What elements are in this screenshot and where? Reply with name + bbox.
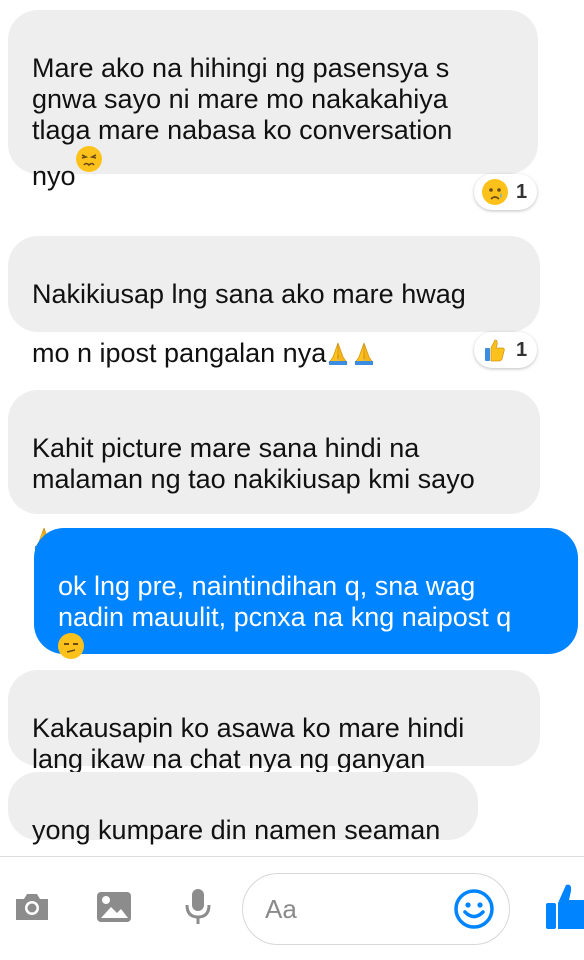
camera-icon[interactable] [12,887,52,927]
reaction-count: 1 [516,180,528,203]
message-reaction[interactable]: 1 [474,174,538,210]
thumbs-up-icon[interactable] [544,881,584,933]
unamused-face-emoji [58,633,84,659]
message-reaction[interactable]: 1 [474,332,538,368]
praying-hands-emoji [352,310,376,365]
message-bubble-incoming[interactable]: Nakikiusap lng sana ako mare hwag mo n i… [8,236,540,368]
thumbs-up-icon [482,337,508,363]
composer-bar: Aa [0,856,584,960]
message-bubble-incoming[interactable]: Mare ako na hihingi ng pasensya s gnwa s… [8,10,538,191]
praying-hands-emoji [326,310,350,365]
message-input-placeholder: Aa [265,894,297,924]
message-input[interactable]: Aa [242,873,510,945]
message-text: Kakausapin ko asawa ko mare hindi lang i… [32,713,465,774]
message-bubble-incoming[interactable]: yong kumpare din namen seaman [8,772,478,845]
message-bubble-incoming[interactable]: Kahit picture mare sana hindi na malaman… [8,390,540,550]
message-text: Kahit picture mare sana hindi na malaman… [32,433,475,494]
praying-hands-emoji [32,495,56,550]
message-bubble-incoming[interactable]: Kakausapin ko asawa ko mare hindi lang i… [8,670,540,774]
message-text: Nakikiusap lng sana ako mare hwag mo n i… [32,279,466,368]
microphone-icon[interactable] [178,887,218,927]
reaction-count: 1 [516,338,528,361]
message-bubble-outgoing[interactable]: ok lng pre, naintindihan q, sna wag nadi… [34,528,578,659]
emoji-icon[interactable] [453,888,495,930]
persevering-face-emoji [75,146,102,172]
message-text: yong kumpare din namen seaman [32,815,441,845]
image-icon[interactable] [94,887,134,927]
message-text: ok lng pre, naintindihan q, sna wag nadi… [58,571,512,632]
crying-face-icon [482,179,508,205]
